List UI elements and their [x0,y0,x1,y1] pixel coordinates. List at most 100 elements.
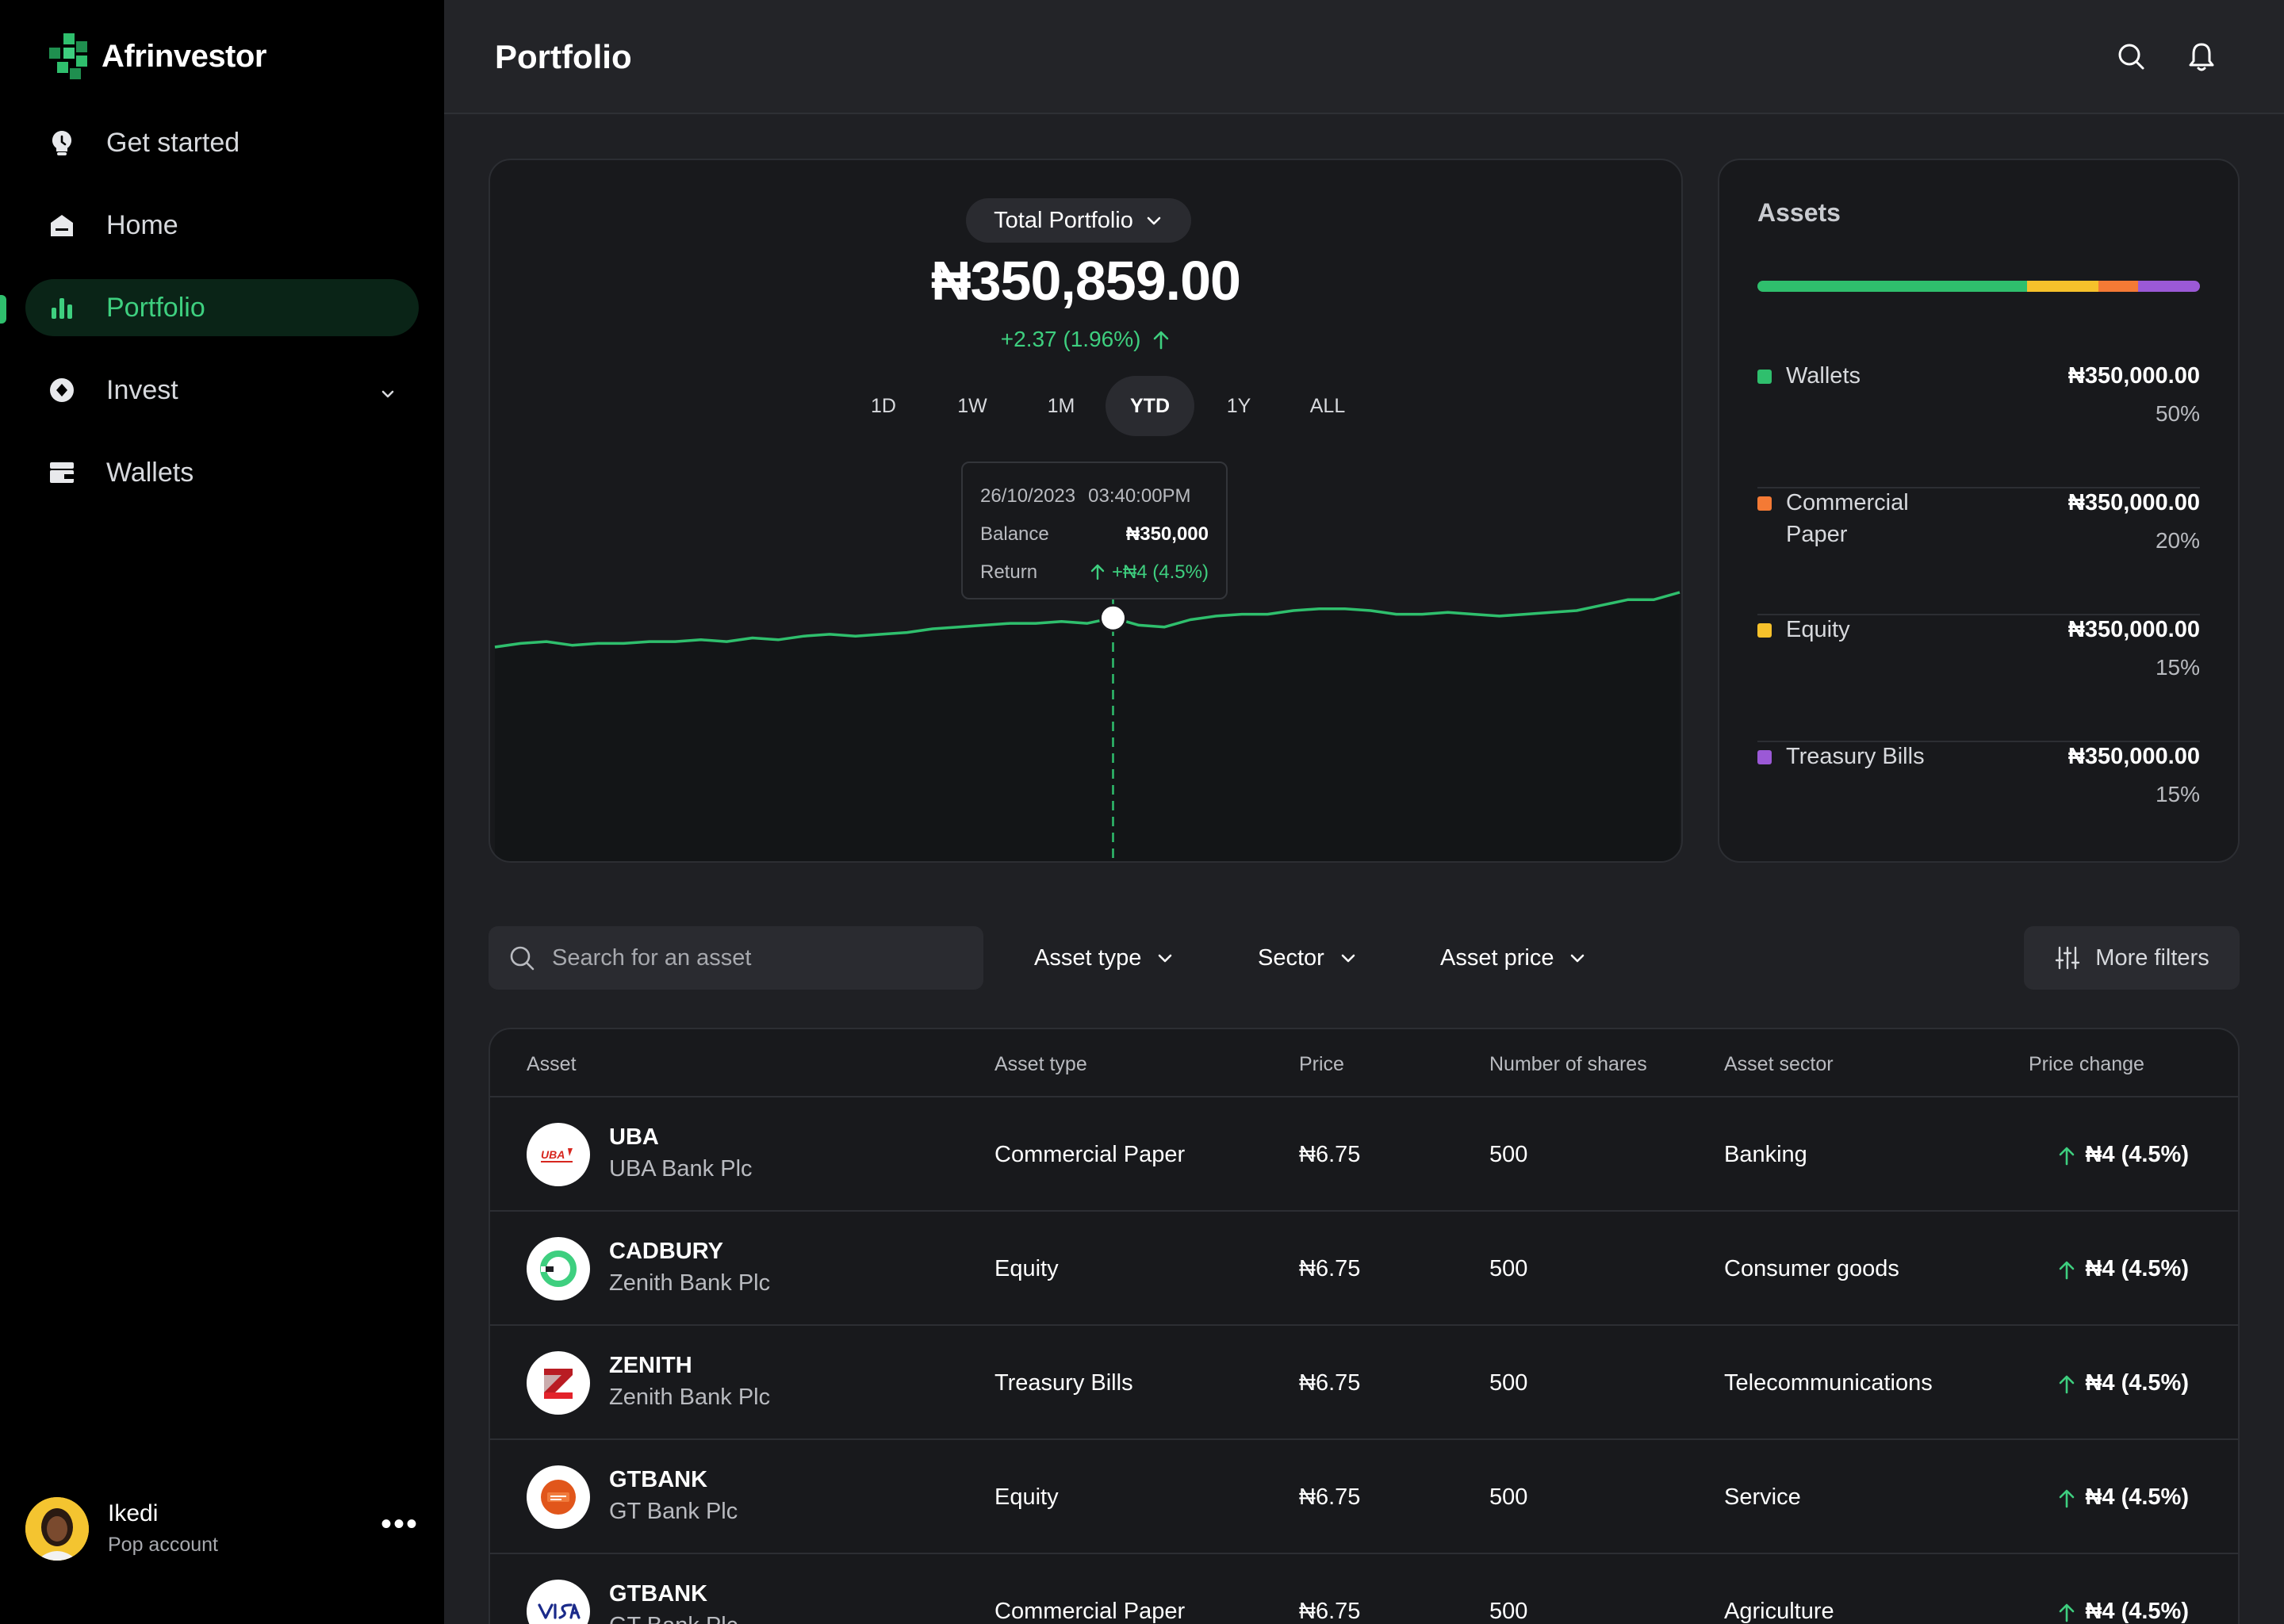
more-options-icon[interactable]: ••• [381,1508,419,1540]
chevron-down-icon [1147,216,1161,225]
svg-text:UBA: UBA [541,1148,565,1161]
chevron-down-icon [1341,954,1355,963]
search-icon[interactable] [2114,40,2149,75]
table-row[interactable]: CADBURY Zenith Bank Plc Equity ₦6.75 500… [490,1212,2238,1326]
sidebar-item-get-started[interactable]: Get started [25,114,419,171]
asset-shares: 500 [1489,1370,1528,1396]
sidebar: Afrinvestor Get started Home Portfolio I… [0,0,444,1624]
search-input[interactable] [552,926,964,990]
asset-type: Equity [994,1256,1059,1281]
tooltip-balance-value: ₦350,000 [1125,523,1209,545]
chevron-down-icon[interactable] [379,379,397,410]
asset-price-filter[interactable]: Asset price [1440,926,1587,990]
asset-ticker: ZENITH [609,1353,692,1378]
brand-logo[interactable]: Afrinvestor [49,33,266,79]
range-1d[interactable]: 1D [839,376,928,436]
range-all[interactable]: ALL [1283,376,1372,436]
assets-table: Asset Asset type Price Number of shares … [489,1028,2240,1624]
table-row[interactable]: ZENITH Zenith Bank Plc Treasury Bills ₦6… [490,1326,2238,1440]
asset-percent: 20% [2155,528,2200,553]
more-filters-button[interactable]: More filters [2024,926,2240,990]
range-1w[interactable]: 1W [928,376,1017,436]
arrow-up-icon [2060,1375,2075,1393]
sidebar-item-wallets[interactable]: Wallets [25,444,419,501]
wallet-icon [48,458,76,487]
sidebar-item-invest[interactable]: Invest [25,362,419,419]
asset-type: Commercial Paper [994,1599,1186,1624]
range-1y[interactable]: 1Y [1194,376,1283,436]
asset-shares: 500 [1489,1599,1528,1624]
portfolio-selector-dropdown[interactable]: Total Portfolio [966,198,1191,243]
column-header-shares[interactable]: Number of shares [1489,1053,1647,1076]
asset-type: Commercial Paper [994,1142,1186,1167]
filter-label: Sector [1258,944,1324,971]
bell-icon[interactable] [2184,40,2219,75]
asset-name: Treasury Bills [1786,744,1925,769]
afrinvestor-logo-icon [49,33,87,79]
column-header-price[interactable]: Price [1299,1053,1344,1076]
range-ytd[interactable]: YTD [1106,376,1194,436]
asset-company: Zenith Bank Plc [609,1385,771,1410]
asset-row-equity[interactable]: Equity ₦350,000.00 15% [1757,614,2200,742]
asset-row-commercial-paper[interactable]: Commercial Paper ₦350,000.00 20% [1757,487,2200,615]
price-change-value: ₦4 (4.5%) [2085,1599,2189,1624]
arrow-up-icon [2060,1489,2075,1507]
cadbury-logo [527,1237,590,1300]
avatar[interactable] [25,1497,89,1561]
price-change-value: ₦4 (4.5%) [2085,1370,2189,1396]
asset-sector: Service [1724,1484,1801,1510]
column-header-price-change[interactable]: Price change [2029,1053,2144,1076]
gtbank-logo [527,1465,590,1529]
asset-row-wallets[interactable]: Wallets ₦350,000.00 50% [1757,360,2200,488]
time-range-selector: 1D 1W 1M YTD 1Y ALL [839,376,1372,436]
asset-company: Zenith Bank Plc [609,1270,771,1296]
assets-title: Assets [1757,198,1841,227]
asset-amount: ₦350,000.00 [2067,490,2200,515]
arrow-up-icon [1153,331,1169,350]
tooltip-date: 26/10/2023 [980,485,1076,507]
allocation-bar [1757,281,2200,292]
asset-amount: ₦350,000.00 [2067,617,2200,642]
uba-logo: UBA [527,1123,590,1186]
user-profile[interactable]: Ikedi Pop account ••• [25,1497,419,1561]
asset-percent: 15% [2155,782,2200,806]
lightbulb-icon [48,128,76,157]
column-header-sector[interactable]: Asset sector [1724,1053,1834,1076]
chart-tooltip: 26/10/2023 03:40:00PM Balance ₦350,000 R… [961,462,1228,599]
range-1m[interactable]: 1M [1017,376,1106,436]
asset-row-treasury-bills[interactable]: Treasury Bills ₦350,000.00 15% [1757,741,2200,836]
column-header-asset-type[interactable]: Asset type [994,1053,1087,1076]
asset-ticker: UBA [609,1124,659,1150]
asset-percent: 50% [2155,401,2200,426]
price-change: ₦4 (4.5%) [2058,1142,2189,1168]
tooltip-balance-row: Balance ₦350,000 [980,515,1209,553]
chevron-down-icon [1571,954,1585,963]
more-filters-label: More filters [2095,944,2209,971]
visa-logo [527,1580,590,1624]
table-row[interactable]: GTBANK GT Bank Plc Commercial Paper ₦6.7… [490,1554,2238,1624]
legend-swatch [1757,370,1772,384]
legend-swatch [1757,623,1772,638]
sidebar-item-label: Get started [106,127,240,158]
asset-type: Equity [994,1484,1059,1510]
price-change-value: ₦4 (4.5%) [2085,1484,2189,1510]
arrow-up-icon [2060,1261,2075,1279]
asset-type-filter[interactable]: Asset type [1034,926,1175,990]
sidebar-item-portfolio[interactable]: Portfolio [25,279,419,336]
asset-sector: Banking [1724,1142,1807,1167]
asset-search[interactable] [489,926,983,990]
chart-highlight-point[interactable] [1098,603,1127,632]
asset-shares: 500 [1489,1142,1528,1167]
arrow-up-icon [1090,564,1105,580]
assets-card: Assets Wallets ₦350,000.00 50% Commercia… [1718,159,2240,863]
sector-filter[interactable]: Sector [1258,926,1358,990]
column-header-asset[interactable]: Asset [527,1053,577,1076]
table-row[interactable]: GTBANK GT Bank Plc Equity ₦6.75 500 Serv… [490,1440,2238,1554]
tooltip-datetime: 26/10/2023 03:40:00PM [980,477,1209,515]
asset-name: Wallets [1786,363,1861,389]
allocation-segment [2098,281,2138,292]
sidebar-item-home[interactable]: Home [25,197,419,254]
asset-price: ₦6.75 [1299,1142,1361,1167]
price-change: ₦4 (4.5%) [2058,1484,2189,1511]
table-row[interactable]: UBA UBA UBA Bank Plc Commercial Paper ₦6… [490,1097,2238,1212]
